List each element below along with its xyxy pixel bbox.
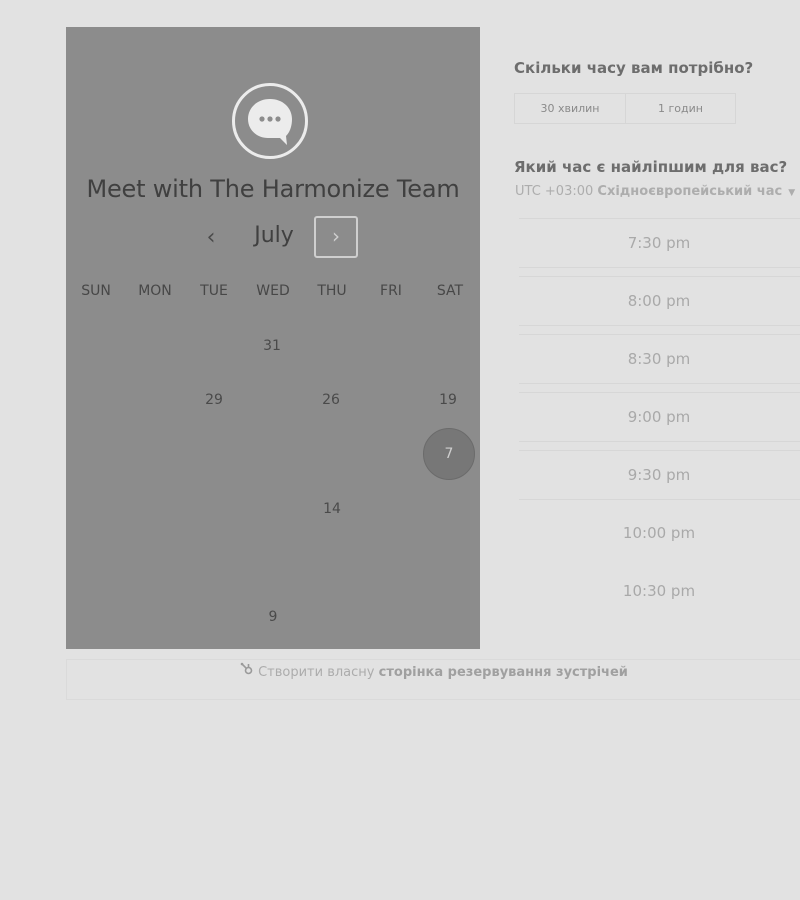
calendar-day[interactable]: 26 <box>306 390 356 410</box>
duration-question: Скільки часу вам потрібно? <box>514 59 754 77</box>
calendar-day-selected[interactable]: 7 <box>423 428 475 480</box>
sprocket-icon <box>240 660 254 686</box>
prev-month-button[interactable]: ‹ <box>196 225 226 253</box>
calendar-day[interactable]: 14 <box>307 499 357 519</box>
calendar-title: Meet with The Harmonize Team <box>86 175 460 203</box>
time-slot-button[interactable]: 10:30 pm <box>519 566 800 616</box>
weekday-fri: FRI <box>380 283 402 299</box>
footer-text: Створити власну сторінка резервування зу… <box>67 660 800 686</box>
timezone-select[interactable]: UTC +03:00 Східноєвропейський час ▼ <box>515 184 795 199</box>
time-slot-button[interactable]: 9:00 pm <box>519 392 800 442</box>
weekday-sun: SUN <box>81 283 111 299</box>
footer-bar: Створити власну сторінка резервування зу… <box>66 659 800 700</box>
weekday-wed: WED <box>256 283 290 299</box>
calendar-day[interactable]: 31 <box>247 336 297 356</box>
time-slot-button[interactable]: 8:30 pm <box>519 334 800 384</box>
month-label: July <box>254 223 294 248</box>
calendar-day[interactable]: 19 <box>423 390 473 410</box>
chevron-down-icon: ▼ <box>788 188 796 198</box>
weekday-tue: TUE <box>200 283 228 299</box>
weekday-mon: MON <box>138 283 172 299</box>
time-slot-button[interactable]: 9:30 pm <box>519 450 800 500</box>
duration-30min-button[interactable]: 30 хвилин <box>514 93 625 124</box>
time-slot-button[interactable]: 10:00 pm <box>519 508 800 558</box>
duration-1h-button[interactable]: 1 годин <box>625 93 736 124</box>
calendar-panel: Meet with The Harmonize Team ‹ July › SU… <box>66 27 480 649</box>
duration-options: 30 хвилин 1 годин <box>514 93 736 124</box>
timezone-name: Східноєвропейський час <box>597 184 783 199</box>
calendar-day[interactable]: 9 <box>248 607 298 627</box>
next-month-button[interactable]: › <box>314 216 358 258</box>
timezone-offset: UTC +03:00 <box>515 184 594 199</box>
footer-link[interactable]: сторінка резервування зустрічей <box>379 665 628 680</box>
time-slot-button[interactable]: 8:00 pm <box>519 276 800 326</box>
weekday-sat: SAT <box>436 283 464 299</box>
calendar-day[interactable]: 29 <box>189 390 239 410</box>
time-slot-button[interactable]: 7:30 pm <box>519 218 800 268</box>
footer-prefix: Створити власну <box>258 665 375 680</box>
chat-logo-icon <box>232 83 308 159</box>
time-question: Який час є найліпшим для вас? <box>514 158 788 176</box>
weekday-thu: THU <box>317 283 347 299</box>
